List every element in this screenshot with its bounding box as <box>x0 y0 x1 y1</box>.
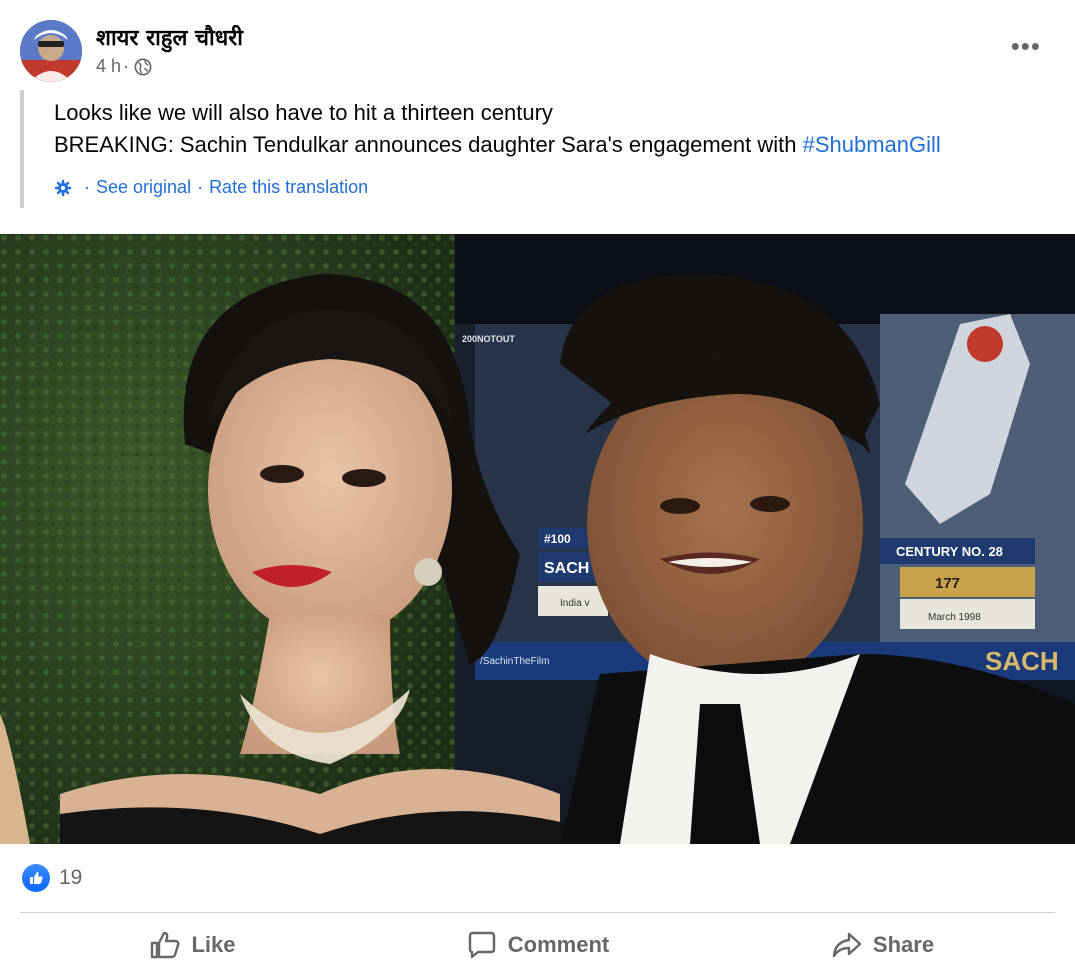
actions-divider <box>20 912 1055 913</box>
comment-icon <box>468 931 495 959</box>
screen-text-5: 177 <box>935 575 960 592</box>
author-name[interactable]: शायर राहुल चौधरी <box>96 22 243 52</box>
screen-text-1: #100 <box>544 532 571 546</box>
thumbs-up-icon <box>151 931 180 959</box>
screen-text-9: 200NOTOUT <box>462 334 515 344</box>
comment-label: Comment <box>507 932 610 957</box>
more-options-button[interactable]: ••• <box>1011 33 1041 59</box>
screen-text-3: India v <box>560 598 589 609</box>
like-label: Like <box>191 932 236 957</box>
gear-icon[interactable] <box>54 179 72 197</box>
post-text-line-2: BREAKING: Sachin Tendulkar announces dau… <box>54 132 941 158</box>
post-meta: 4 h · <box>96 56 152 77</box>
screen-text-2: SACH <box>544 560 589 577</box>
screen-text-6: March 1998 <box>928 612 981 623</box>
share-icon <box>832 932 862 958</box>
translation-separator-1: · <box>84 177 90 197</box>
post-text-line-1: Looks like we will also have to hit a th… <box>54 100 553 125</box>
screen-text-8: /SachinTheFilm <box>480 656 549 667</box>
rate-translation-link[interactable]: Rate this translation <box>209 177 368 198</box>
author-avatar[interactable] <box>20 20 82 82</box>
share-label: Share <box>872 932 935 957</box>
meta-separator: · <box>123 56 130 76</box>
facebook-post: शायर राहुल चौधरी 4 h · ••• Looks like we… <box>0 0 1075 975</box>
see-original-link[interactable]: See original <box>96 177 191 198</box>
like-button[interactable]: Like <box>20 918 365 972</box>
translated-text-block: Looks like we will also have to hit a th… <box>20 90 1054 208</box>
comment-button[interactable]: Comment <box>365 918 710 972</box>
hashtag-link[interactable]: #ShubmanGill <box>803 132 941 157</box>
globe-icon <box>134 58 152 75</box>
screen-text-4: CENTURY NO. 28 <box>896 544 1003 559</box>
post-text-breaking: BREAKING: Sachin Tendulkar announces dau… <box>54 132 803 157</box>
reactions-summary[interactable]: 19 <box>22 864 82 892</box>
translation-controls: · See original · Rate this translation <box>54 177 368 198</box>
screen-text-7: SACH <box>985 646 1059 676</box>
post-time[interactable]: 4 h <box>96 56 121 77</box>
post-photo[interactable]: 200NOTOUT #100 SACH India v CENTURY NO. … <box>0 234 1075 844</box>
post-actions-bar: Like Comment Share <box>20 918 1055 972</box>
reaction-count: 19 <box>59 866 83 889</box>
share-button[interactable]: Share <box>710 918 1055 972</box>
translation-separator-2: · <box>197 177 204 197</box>
like-reaction-icon <box>22 864 50 892</box>
